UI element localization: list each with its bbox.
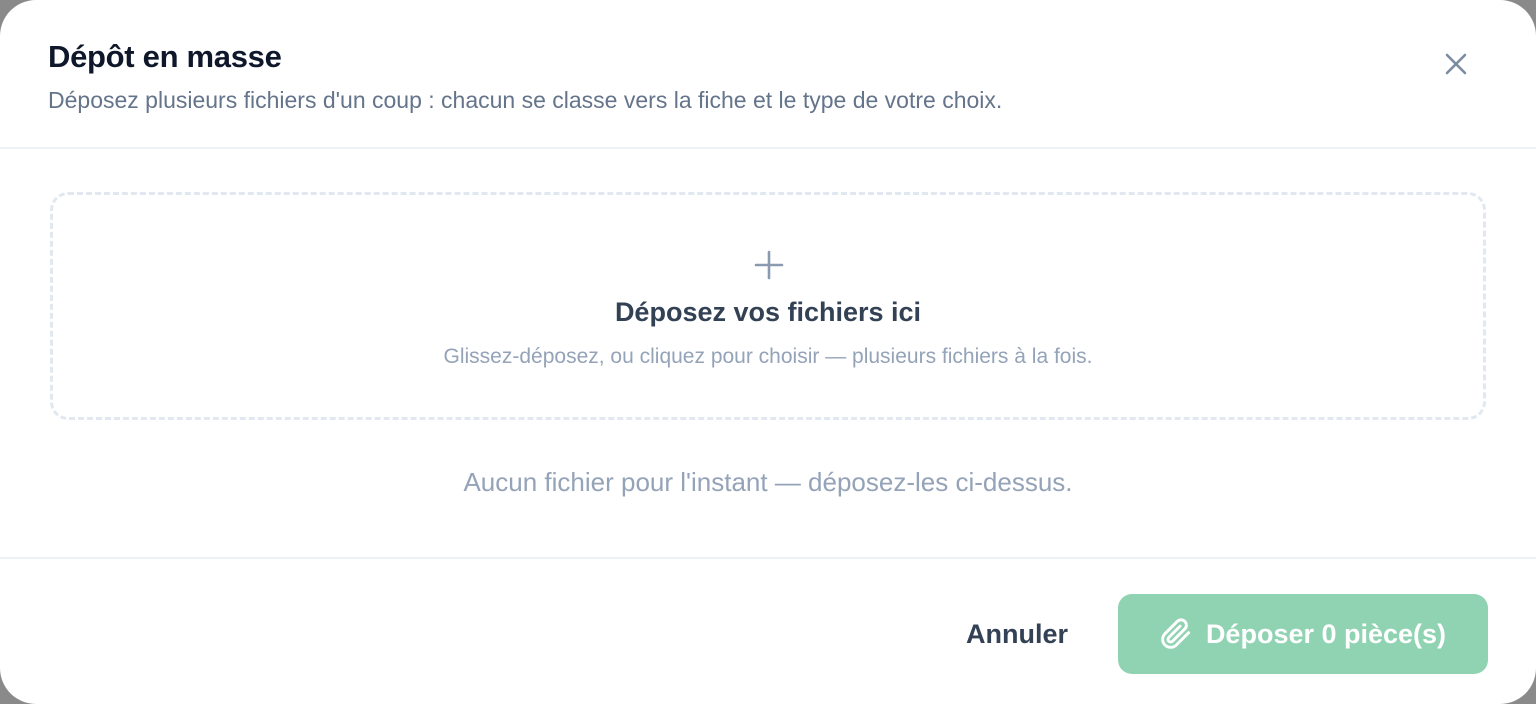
dialog-header: Dépôt en masse Déposez plusieurs fichier…: [0, 0, 1536, 149]
dropzone-hint: Glissez-déposez, ou cliquez pour choisir…: [443, 345, 1093, 368]
cancel-button[interactable]: Annuler: [944, 595, 1090, 673]
dropzone-title: Déposez vos fichiers ici: [614, 297, 922, 327]
submit-upload-label: Déposer 0 pièce(s): [1205, 618, 1447, 649]
paperclip-icon: [1160, 618, 1192, 650]
dialog-title: Dépôt en masse: [48, 39, 282, 74]
file-dropzone[interactable]: Déposez vos fichiers ici Glissez-déposez…: [50, 192, 1486, 420]
submit-upload-button[interactable]: Déposer 0 pièce(s): [1118, 594, 1488, 674]
dialog-footer: Annuler Déposer 0 pièce(s): [0, 557, 1536, 704]
dialog-subtitle: Déposez plusieurs fichiers d'un coup : c…: [48, 87, 1003, 113]
plus-icon: [754, 250, 784, 280]
bulk-upload-dialog: Dépôt en masse Déposez plusieurs fichier…: [0, 0, 1536, 704]
empty-file-list-message: Aucun fichier pour l'instant — déposez-l…: [463, 467, 1073, 497]
close-icon: [1445, 53, 1467, 75]
close-button[interactable]: [1436, 44, 1476, 84]
